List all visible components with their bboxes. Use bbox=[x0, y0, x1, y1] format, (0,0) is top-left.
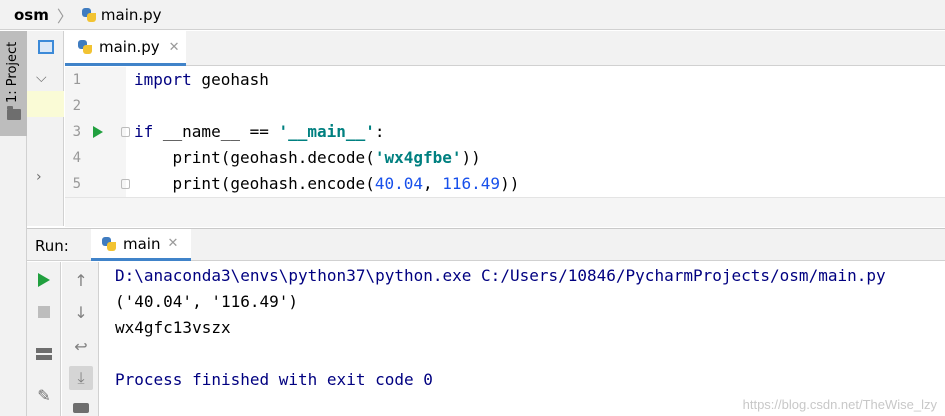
run-toolbar-primary: ✎ bbox=[27, 262, 61, 416]
line-number: 2 bbox=[72, 98, 81, 114]
python-file-icon bbox=[77, 39, 93, 55]
arrow-up-icon: ↑ bbox=[74, 270, 88, 290]
code-token: )) bbox=[500, 174, 520, 193]
stop-button[interactable] bbox=[32, 300, 56, 324]
code-token: geohash bbox=[191, 70, 269, 89]
code-token: 'wx4gfbe' bbox=[374, 148, 462, 167]
code-token: 40.04 bbox=[374, 174, 423, 193]
run-toolbar-secondary: ↑ ↓ ↩ ⤓ bbox=[62, 262, 99, 416]
python-file-icon bbox=[101, 236, 117, 252]
code-text: if __name__ == '__main__': bbox=[134, 119, 384, 145]
tab-main-py[interactable]: main.py ✕ bbox=[65, 31, 186, 66]
run-gutter-icon[interactable] bbox=[93, 126, 103, 138]
print-button[interactable] bbox=[69, 396, 93, 416]
code-text: import geohash bbox=[134, 67, 269, 93]
scroll-to-end-icon: ⤓ bbox=[77, 368, 85, 387]
run-console[interactable]: D:\anaconda3\envs\python37\python.exe C:… bbox=[100, 262, 945, 416]
code-token: 116.49 bbox=[442, 174, 501, 193]
pin-tab-button[interactable]: ✎ bbox=[32, 383, 56, 407]
rerun-button[interactable] bbox=[32, 268, 56, 292]
layout-button[interactable] bbox=[32, 342, 56, 366]
editor-empty-area bbox=[65, 197, 945, 227]
breadcrumb: osm 〉 main.py bbox=[0, 0, 945, 30]
line-number: 4 bbox=[72, 150, 81, 166]
layout-icon bbox=[36, 348, 52, 360]
code-text: print(geohash.decode('wx4gfbe')) bbox=[134, 145, 481, 171]
code-line[interactable]: 4 print(geohash.decode('wx4gfbe')) bbox=[65, 145, 945, 171]
code-line[interactable]: 2 bbox=[65, 93, 945, 119]
stop-icon bbox=[38, 306, 50, 318]
scroll-up-button[interactable]: ↑ bbox=[69, 268, 93, 292]
pin-icon: ✎ bbox=[37, 385, 51, 405]
arrow-down-icon: ↓ bbox=[74, 302, 88, 322]
code-text: print(geohash.encode(40.04, 116.49)) bbox=[134, 171, 520, 197]
project-tab-label: 1: Project bbox=[5, 41, 20, 103]
fold-marker-icon[interactable] bbox=[121, 179, 130, 189]
code-token: import bbox=[134, 70, 192, 89]
console-line: D:\anaconda3\envs\python37\python.exe C:… bbox=[115, 266, 886, 285]
code-line[interactable]: 5 print(geohash.encode(40.04, 116.49)) bbox=[65, 171, 945, 197]
play-icon bbox=[38, 273, 50, 287]
breadcrumb-file[interactable]: main.py bbox=[101, 6, 162, 24]
project-pane: ⌵ › bbox=[27, 31, 64, 226]
project-tool-tab[interactable]: 1: Project bbox=[0, 31, 27, 136]
code-token: )) bbox=[461, 148, 481, 167]
soft-wrap-button[interactable]: ↩ bbox=[69, 334, 93, 358]
code-token: print(geohash.encode( bbox=[134, 174, 375, 193]
print-icon bbox=[73, 403, 89, 413]
code-token: , bbox=[423, 174, 443, 193]
soft-wrap-icon: ↩ bbox=[74, 336, 88, 356]
project-tree-selection[interactable] bbox=[27, 91, 64, 117]
chevron-right-icon: 〉 bbox=[56, 6, 73, 26]
folder-icon bbox=[7, 106, 21, 120]
run-panel-title: Run: bbox=[35, 237, 69, 255]
console-line: ('40.04', '116.49') bbox=[115, 292, 299, 311]
code-token: : bbox=[374, 122, 385, 141]
fold-marker-icon[interactable] bbox=[121, 127, 130, 137]
line-number: 5 bbox=[72, 176, 81, 192]
line-number: 3 bbox=[72, 124, 81, 140]
breadcrumb-project[interactable]: osm bbox=[14, 6, 49, 24]
chevron-down-icon[interactable]: ⌵ bbox=[36, 70, 47, 86]
watermark: https://blog.csdn.net/TheWise_lzy bbox=[742, 397, 937, 412]
code-line[interactable]: 1 import geohash bbox=[65, 67, 945, 93]
python-file-icon bbox=[81, 7, 97, 23]
code-line[interactable]: 3 if __name__ == '__main__': bbox=[65, 119, 945, 145]
run-panel-header: Run: main ✕ bbox=[27, 228, 945, 261]
line-number: 1 bbox=[72, 72, 81, 88]
tab-label: main.py bbox=[99, 38, 160, 56]
code-token: '__main__' bbox=[278, 122, 375, 141]
console-line: Process finished with exit code 0 bbox=[115, 370, 433, 389]
close-icon[interactable]: ✕ bbox=[169, 40, 180, 55]
console-line: wx4gfc13vszx bbox=[115, 318, 231, 337]
left-tool-strip: 1: Project bbox=[0, 31, 27, 416]
close-icon[interactable]: ✕ bbox=[167, 236, 178, 251]
scroll-to-end-button[interactable]: ⤓ bbox=[69, 366, 93, 390]
run-tab-main[interactable]: main ✕ bbox=[91, 229, 191, 261]
code-token: __name__ == bbox=[153, 122, 279, 141]
editor-tab-bar: main.py ✕ bbox=[65, 31, 945, 66]
code-token: if bbox=[134, 122, 154, 141]
view-mode-icon[interactable] bbox=[38, 40, 54, 54]
code-token: print(geohash.decode( bbox=[134, 148, 375, 167]
run-tab-label: main bbox=[123, 234, 161, 253]
chevron-right-icon[interactable]: › bbox=[36, 169, 42, 185]
scroll-down-button[interactable]: ↓ bbox=[69, 300, 93, 324]
